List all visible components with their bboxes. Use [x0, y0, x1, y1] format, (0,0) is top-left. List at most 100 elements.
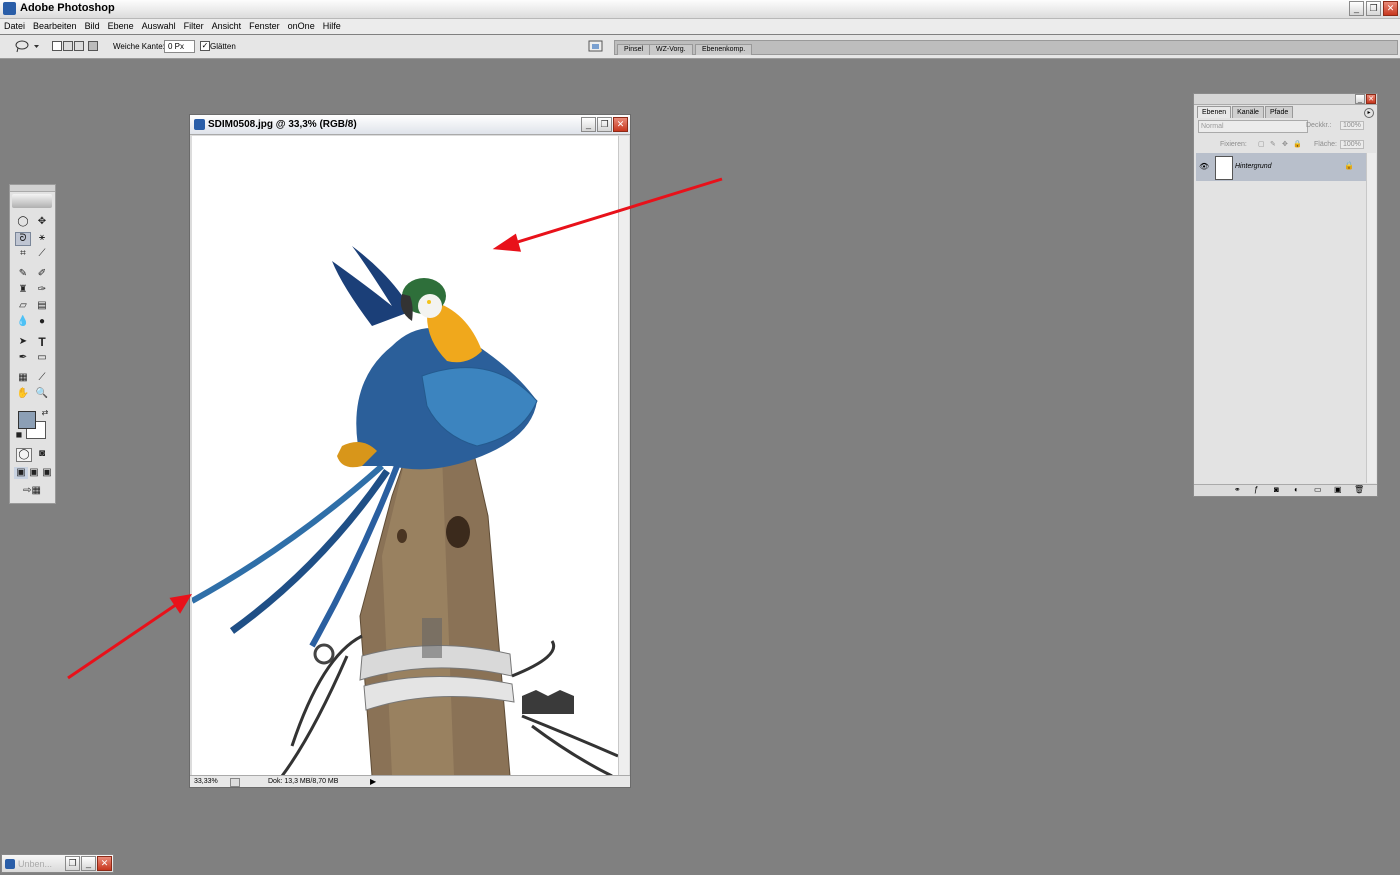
- magic-wand-tool-icon[interactable]: ⚹: [35, 232, 49, 244]
- palette-tab-wz-vorg[interactable]: WZ-Vorg.: [649, 44, 693, 55]
- shape-tool-icon[interactable]: ▭: [35, 352, 49, 364]
- minimized-maximize-button[interactable]: _: [81, 856, 96, 871]
- layer-mask-icon[interactable]: ◙: [1274, 485, 1279, 494]
- menu-bild[interactable]: Bild: [81, 19, 104, 33]
- screen-mode-full-menu-icon[interactable]: ▣: [27, 467, 41, 479]
- move-tool-icon[interactable]: ✥: [35, 216, 49, 228]
- marquee-tool-icon[interactable]: ◯: [16, 216, 30, 228]
- default-colors-icon[interactable]: ◼: [12, 429, 26, 441]
- layer-row-hintergrund[interactable]: 👁 Hintergrund 🔒: [1196, 153, 1366, 181]
- document-titlebar[interactable]: SDIM0508.jpg @ 33,3% (RGB/8) _ ❐ ✕: [190, 115, 630, 135]
- blend-mode-select[interactable]: Normal: [1198, 120, 1308, 133]
- selection-mode-intersect-icon[interactable]: [88, 41, 98, 51]
- minimize-button[interactable]: _: [1349, 1, 1364, 16]
- slice-tool-icon[interactable]: ⟋: [35, 248, 49, 260]
- zoom-level[interactable]: 33,33%: [194, 776, 218, 787]
- layer-thumbnail: [1215, 156, 1233, 180]
- palette-tab-ebenenkomp[interactable]: Ebenenkomp.: [695, 44, 753, 55]
- adjustment-layer-icon[interactable]: ◐: [1294, 485, 1299, 494]
- layer-visibility-eye-icon[interactable]: 👁: [1199, 162, 1209, 171]
- delete-layer-icon[interactable]: 🗑: [1354, 485, 1364, 494]
- layers-panel-close-button[interactable]: ✕: [1366, 94, 1376, 104]
- jump-to-imageready-icon[interactable]: ⇨▦: [16, 485, 48, 497]
- notes-tool-icon[interactable]: ▦: [16, 372, 30, 384]
- menu-datei[interactable]: Datei: [0, 19, 29, 33]
- foreground-color-swatch[interactable]: [18, 411, 36, 429]
- hand-tool-icon[interactable]: ✋: [16, 388, 30, 400]
- menu-auswahl[interactable]: Auswahl: [138, 19, 180, 33]
- healing-brush-tool-icon[interactable]: ✎: [16, 268, 30, 280]
- file-browser-icon[interactable]: [588, 39, 604, 53]
- minimized-restore-button[interactable]: ❐: [65, 856, 80, 871]
- path-selection-tool-icon[interactable]: ➤: [16, 336, 30, 348]
- blur-tool-icon[interactable]: 💧: [16, 316, 30, 328]
- menu-bearbeiten[interactable]: Bearbeiten: [29, 19, 81, 33]
- antialias-checkbox[interactable]: ✓: [200, 41, 210, 51]
- opacity-input[interactable]: 100%: [1340, 121, 1364, 130]
- document-minimize-button[interactable]: _: [581, 117, 596, 132]
- lock-image-icon[interactable]: ✎: [1270, 140, 1276, 148]
- document-vertical-scrollbar[interactable]: [618, 136, 629, 776]
- tab-pfade[interactable]: Pfade: [1264, 106, 1294, 118]
- menu-filter[interactable]: Filter: [180, 19, 208, 33]
- clone-stamp-tool-icon[interactable]: ♜: [16, 284, 30, 296]
- document-close-button[interactable]: ✕: [613, 117, 628, 132]
- feather-input[interactable]: 0 Px: [164, 40, 195, 53]
- selection-mode-add-icon[interactable]: [63, 41, 73, 51]
- quick-mask-icon[interactable]: ◙: [35, 448, 49, 460]
- pole-hole: [446, 516, 470, 548]
- link-layers-icon[interactable]: ⚭: [1234, 485, 1241, 494]
- eyedropper-tool-icon[interactable]: ⟋: [35, 372, 49, 384]
- palette-tab-pinsel[interactable]: Pinsel: [617, 44, 651, 55]
- minimized-close-button[interactable]: ✕: [97, 856, 112, 871]
- pen-tool-icon[interactable]: ✒: [16, 352, 30, 364]
- tab-ebenen[interactable]: Ebenen: [1197, 106, 1232, 118]
- gradient-tool-icon[interactable]: ▤: [35, 300, 49, 312]
- statusbar-icon[interactable]: [230, 778, 240, 787]
- menu-hilfe[interactable]: Hilfe: [319, 19, 345, 33]
- menu-ansicht[interactable]: Ansicht: [208, 19, 246, 33]
- fill-input[interactable]: 100%: [1340, 140, 1364, 149]
- menu-fenster[interactable]: Fenster: [245, 19, 284, 33]
- screen-mode-standard-icon[interactable]: ▣: [14, 467, 28, 479]
- layer-name[interactable]: Hintergrund: [1235, 163, 1272, 170]
- document-maximize-button[interactable]: ❐: [597, 117, 612, 132]
- lock-transparency-icon[interactable]: ▢: [1258, 140, 1265, 148]
- new-group-icon[interactable]: ▭: [1314, 485, 1322, 494]
- selection-mode-new-icon[interactable]: [52, 41, 62, 51]
- tab-kanaele[interactable]: Kanäle: [1232, 106, 1264, 118]
- lasso-tool-preset-icon[interactable]: [12, 39, 40, 53]
- close-button[interactable]: ✕: [1383, 1, 1398, 16]
- layer-style-icon[interactable]: ƒ: [1254, 485, 1258, 494]
- brush-tool-icon[interactable]: ✐: [35, 268, 49, 280]
- selection-mode-subtract-icon[interactable]: [74, 41, 84, 51]
- menu-onone[interactable]: onOne: [284, 19, 319, 33]
- menu-ebene[interactable]: Ebene: [104, 19, 138, 33]
- layers-scrollbar[interactable]: [1366, 153, 1376, 483]
- minimized-document-icon: [5, 859, 15, 869]
- history-brush-tool-icon[interactable]: ✑: [35, 284, 49, 296]
- lock-all-icon[interactable]: 🔒: [1293, 140, 1302, 148]
- status-menu-arrow-icon[interactable]: ▶: [370, 776, 376, 787]
- parrot-tail-long: [192, 463, 384, 604]
- layers-panel-titlebar[interactable]: _ ✕: [1194, 94, 1377, 105]
- zoom-tool-icon[interactable]: 🔍: [35, 388, 49, 400]
- toolbox-grip[interactable]: [10, 185, 55, 192]
- lasso-tool-icon[interactable]: ᘐ: [15, 232, 31, 246]
- panel-menu-icon[interactable]: ▸: [1364, 108, 1374, 118]
- document-statusbar: 33,33% Dok: 13,3 MB/8,70 MB ▶: [190, 775, 630, 787]
- restore-button[interactable]: ❐: [1366, 1, 1381, 16]
- eraser-tool-icon[interactable]: ▱: [16, 300, 30, 312]
- image-canvas[interactable]: [192, 136, 618, 776]
- adobe-online-feather-icon[interactable]: [12, 194, 52, 208]
- type-tool-icon[interactable]: T: [35, 336, 49, 348]
- new-layer-icon[interactable]: ▣: [1334, 485, 1342, 494]
- swap-colors-icon[interactable]: ⇄: [38, 407, 52, 419]
- screen-mode-full-icon[interactable]: ▣: [40, 467, 54, 479]
- lock-position-icon[interactable]: ✥: [1282, 140, 1288, 148]
- layers-panel-minimize-button[interactable]: _: [1355, 94, 1365, 104]
- minimized-document-window[interactable]: Unben... ❐ _ ✕: [1, 854, 114, 873]
- dodge-tool-icon[interactable]: ●: [35, 316, 49, 328]
- standard-mode-icon[interactable]: ◯: [16, 448, 32, 462]
- crop-tool-icon[interactable]: ⌗: [16, 248, 30, 260]
